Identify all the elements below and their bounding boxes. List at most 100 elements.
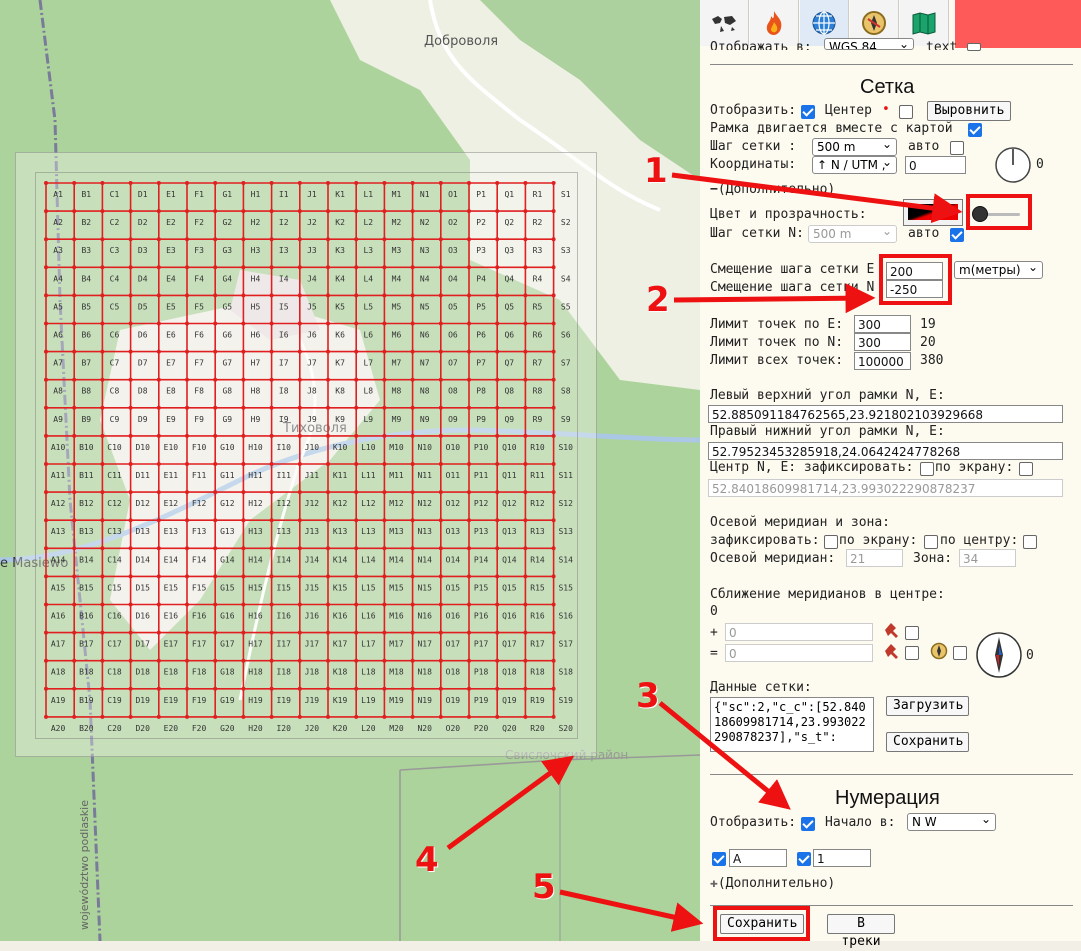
numbering-show-checkbox[interactable]: [801, 817, 815, 831]
grid-node: [213, 433, 218, 438]
center-fix-checkbox[interactable]: [920, 462, 934, 476]
grid-node: [467, 714, 471, 719]
compass-checkbox[interactable]: [953, 646, 967, 660]
show-grid-checkbox[interactable]: [801, 105, 815, 119]
grid-cell-label: E15: [164, 583, 179, 592]
grid-node: [72, 265, 77, 270]
limitAll-input[interactable]: 100000: [854, 352, 911, 370]
grid-cell-label: G15: [220, 583, 235, 592]
to-tracks-button[interactable]: В треки: [827, 914, 895, 949]
limitN-input[interactable]: 300: [854, 333, 911, 351]
save-grid-button[interactable]: Сохранить: [886, 732, 969, 752]
grid-cell-label: E11: [164, 471, 179, 480]
grid-cell-label: H18: [248, 668, 263, 677]
grid-cell-label: E19: [164, 696, 179, 705]
numbering-more-toggle[interactable]: ✚(Дополнительно): [710, 876, 835, 891]
grid-cell-label: R14: [530, 555, 545, 564]
grid-node: [297, 237, 302, 242]
grid-node: [438, 377, 443, 382]
grid-node: [156, 181, 161, 185]
text-checkbox[interactable]: [967, 43, 981, 51]
grid-node: [156, 349, 161, 354]
grid-node: [467, 237, 471, 242]
grid-cell-label: A12: [51, 499, 66, 508]
rotation-dial-icon[interactable]: [994, 146, 1032, 184]
align-button[interactable]: Выровнить: [927, 101, 1011, 121]
frame-moves-checkbox[interactable]: [968, 123, 982, 137]
pin-icon[interactable]: [882, 622, 900, 640]
compass-rose-icon[interactable]: [975, 631, 1023, 679]
grid-node: [326, 518, 330, 523]
grid-cell-label: F10: [192, 443, 207, 452]
grid-cell-label: N7: [420, 359, 430, 368]
auto-step-checkbox[interactable]: [950, 141, 964, 155]
meridian-center-checkbox[interactable]: [1023, 535, 1037, 549]
meridian-input[interactable]: 21: [846, 549, 903, 567]
topleft-input[interactable]: 52.885091184762565,23.921802103929668: [708, 405, 1063, 423]
numbers-input[interactable]: 1: [813, 849, 871, 867]
color-picker[interactable]: [903, 199, 963, 226]
convergence-plus-input[interactable]: 0: [725, 623, 873, 641]
meridian-screen-checkbox[interactable]: [924, 535, 938, 549]
grid-cell-label: Q15: [502, 583, 517, 592]
offset-unit-select[interactable]: m(метры): [954, 261, 1043, 279]
center-checkbox[interactable]: [899, 105, 913, 119]
load-button[interactable]: Загрузить: [886, 696, 969, 716]
compass-small-icon[interactable]: [930, 642, 948, 660]
grid-cell-label: N5: [420, 302, 430, 311]
show-label: Отобразить:: [710, 103, 797, 118]
text-label: text: [926, 40, 958, 50]
convergence-eq-input[interactable]: 0: [725, 644, 873, 662]
grid-cell-label: S19: [558, 696, 573, 705]
auto-label: авто: [908, 226, 940, 241]
meridian-fix-checkbox[interactable]: [824, 535, 838, 549]
convergence-label: Сближение меридианов в центре:: [710, 587, 945, 602]
pin-checkbox[interactable]: [905, 626, 919, 640]
grid-stepN-select[interactable]: 500 m: [808, 225, 897, 243]
grid-cell-label: M7: [392, 359, 402, 368]
grid-cell-label: A13: [51, 527, 66, 536]
grid-cell-label: P11: [474, 471, 489, 480]
grid-node: [523, 349, 528, 354]
grid-cell-label: B8: [81, 387, 91, 396]
grid-cell-label: Q2: [504, 218, 514, 227]
letters-input[interactable]: A: [729, 849, 787, 867]
crs-select[interactable]: WGS 84: [824, 38, 914, 50]
frame-moves-label: Рамка двигается вместе с картой: [710, 121, 953, 136]
grid-cell-label: L20: [361, 724, 376, 733]
grid-cell-label: G3: [222, 246, 232, 255]
center-screen-checkbox[interactable]: [1019, 462, 1033, 476]
grid-node: [269, 265, 274, 270]
grid-data-textarea[interactable]: {"sc":2,"c_c":[52.84018609981714,23.9930…: [710, 697, 874, 752]
grid-node: [467, 518, 471, 523]
more-toggle[interactable]: −(Дополнительно): [710, 182, 835, 197]
pin-checkbox[interactable]: [905, 646, 919, 660]
grid-step-select[interactable]: 500 m: [812, 138, 897, 156]
grid-node: [269, 349, 274, 354]
letters-checkbox[interactable]: [712, 852, 726, 866]
pin-icon[interactable]: [882, 643, 900, 661]
grid-node: [241, 265, 246, 270]
grid-node: [185, 630, 189, 635]
bottomright-input[interactable]: 52.79523453285918,24.0642424778268: [708, 442, 1063, 460]
grid-cell-label: K17: [333, 640, 348, 649]
start-corner-select[interactable]: N W: [907, 813, 996, 831]
coords-select[interactable]: ↑ N / UTM ,: [812, 156, 897, 174]
grid-cell-label: K11: [333, 471, 348, 480]
zone-label: Зона:: [913, 551, 953, 566]
auto-stepN-checkbox[interactable]: [950, 228, 964, 242]
grid-cell-label: S13: [558, 527, 573, 536]
grid-node: [438, 265, 443, 270]
bottomright-label: Правый нижний угол рамки N, E:: [710, 424, 945, 439]
grid-cell-label: R20: [530, 724, 545, 733]
grid-node: [551, 714, 556, 719]
grid-node: [354, 377, 359, 382]
zone-input[interactable]: 34: [959, 549, 1016, 567]
map-view[interactable]: Доброволя Тиховоля e Masiewo Свислочский…: [0, 0, 700, 941]
grid-cell-label: B1: [81, 190, 91, 199]
limitE-input[interactable]: 300: [854, 315, 911, 333]
grid-cell-label: F16: [192, 612, 207, 621]
numbers-checkbox[interactable]: [797, 852, 811, 866]
coords-input[interactable]: 0: [905, 156, 966, 174]
center-input[interactable]: 52.84018609981714,23.993022290878237: [708, 479, 1063, 497]
